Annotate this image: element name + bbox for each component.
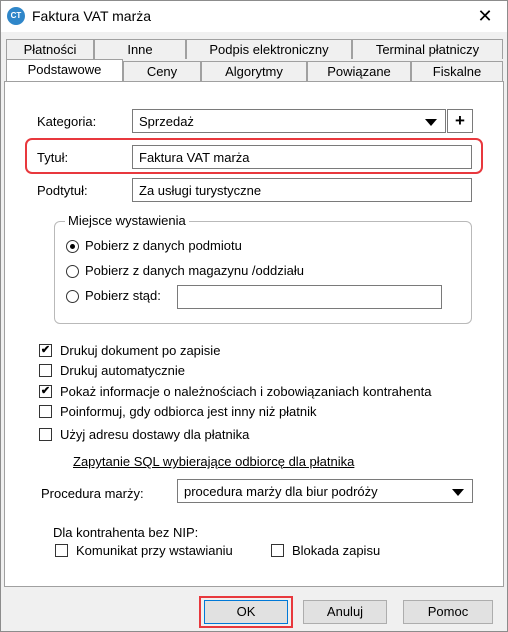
- tab-platnosci[interactable]: Płatności: [6, 39, 94, 59]
- checkbox-drukuj-automatycznie[interactable]: [39, 364, 52, 377]
- tab-terminal-platniczy[interactable]: Terminal płatniczy: [352, 39, 503, 59]
- tytul-value: Faktura VAT marża: [139, 150, 250, 165]
- radio-pobierz-z-magazynu-label: Pobierz z danych magazynu /oddziału: [85, 263, 304, 278]
- ok-button[interactable]: OK: [204, 600, 288, 624]
- checkbox-drukuj-po-zapisie-label: Drukuj dokument po zapisie: [60, 343, 221, 358]
- chevron-down-icon: [452, 489, 464, 496]
- podtytul-value: Za usługi turystyczne: [139, 183, 262, 198]
- checkbox-pokaz-informacje-label: Pokaż informacje o należnościach i zobow…: [60, 384, 432, 399]
- radio-pobierz-z-magazynu[interactable]: [66, 265, 79, 278]
- kategoria-combo[interactable]: Sprzedaż: [132, 109, 446, 133]
- kategoria-label: Kategoria:: [37, 114, 97, 129]
- tab-inne[interactable]: Inne: [94, 39, 186, 59]
- window-title: Faktura VAT marża: [32, 8, 152, 24]
- tab-podstawowe[interactable]: Podstawowe: [6, 59, 123, 81]
- nip-section-title: Dla kontrahenta bez NIP:: [53, 525, 199, 540]
- radio-pobierz-stad[interactable]: [66, 290, 79, 303]
- checkbox-drukuj-automatycznie-label: Drukuj automatycznie: [60, 363, 185, 378]
- procedura-marzy-label: Procedura marży:: [41, 486, 144, 501]
- miejsce-wystawienia-title: Miejsce wystawienia: [65, 213, 189, 228]
- chevron-down-icon: [425, 119, 437, 126]
- tytul-field[interactable]: Faktura VAT marża: [132, 145, 472, 169]
- tab-algorytmy[interactable]: Algorytmy: [201, 61, 307, 81]
- dialog-window: CT Faktura VAT marża ✕ Płatności Inne Po…: [0, 0, 508, 632]
- app-icon: CT: [7, 7, 25, 25]
- checkbox-pokaz-informacje[interactable]: ✔: [39, 385, 52, 398]
- tab-powiazane[interactable]: Powiązane: [307, 61, 411, 81]
- checkbox-komunikat-label: Komunikat przy wstawianiu: [76, 543, 233, 558]
- podtytul-field[interactable]: Za usługi turystyczne: [132, 178, 472, 202]
- radio-pobierz-z-podmiotu[interactable]: [66, 240, 79, 253]
- tab-ceny[interactable]: Ceny: [123, 61, 201, 81]
- pobierz-stad-input[interactable]: [177, 285, 442, 309]
- checkbox-poinformuj[interactable]: [39, 405, 52, 418]
- tab-panel-podstawowe: Kategoria: Sprzedaż + Tytuł: Faktura VAT…: [4, 81, 504, 587]
- tab-podpis-elektroniczny[interactable]: Podpis elektroniczny: [186, 39, 352, 59]
- title-bar: CT Faktura VAT marża ✕: [1, 1, 507, 32]
- pomoc-button[interactable]: Pomoc: [403, 600, 493, 624]
- sql-query-link[interactable]: Zapytanie SQL wybierające odbiorcę dla p…: [73, 454, 354, 469]
- podtytul-label: Podtytuł:: [37, 183, 88, 198]
- radio-pobierz-stad-label: Pobierz stąd:: [85, 288, 161, 303]
- checkbox-poinformuj-label: Poinformuj, gdy odbiorca jest inny niż p…: [60, 404, 317, 419]
- checkbox-komunikat[interactable]: [55, 544, 68, 557]
- checkbox-drukuj-po-zapisie[interactable]: ✔: [39, 344, 52, 357]
- procedura-marzy-combo[interactable]: procedura marży dla biur podróży: [177, 479, 473, 503]
- tab-fiskalne[interactable]: Fiskalne: [411, 61, 503, 81]
- anuluj-button[interactable]: Anuluj: [303, 600, 387, 624]
- checkbox-adres-dostawy-label: Użyj adresu dostawy dla płatnika: [60, 427, 250, 442]
- radio-pobierz-z-podmiotu-label: Pobierz z danych podmiotu: [85, 238, 242, 253]
- checkbox-blokada-label: Blokada zapisu: [292, 543, 381, 558]
- tytul-label: Tytuł:: [37, 150, 69, 165]
- checkbox-adres-dostawy[interactable]: [39, 428, 52, 441]
- procedura-marzy-value: procedura marży dla biur podróży: [184, 484, 378, 499]
- checkbox-blokada[interactable]: [271, 544, 284, 557]
- kategoria-value: Sprzedaż: [139, 114, 194, 129]
- add-category-button[interactable]: +: [447, 109, 473, 133]
- close-icon[interactable]: ✕: [463, 1, 507, 32]
